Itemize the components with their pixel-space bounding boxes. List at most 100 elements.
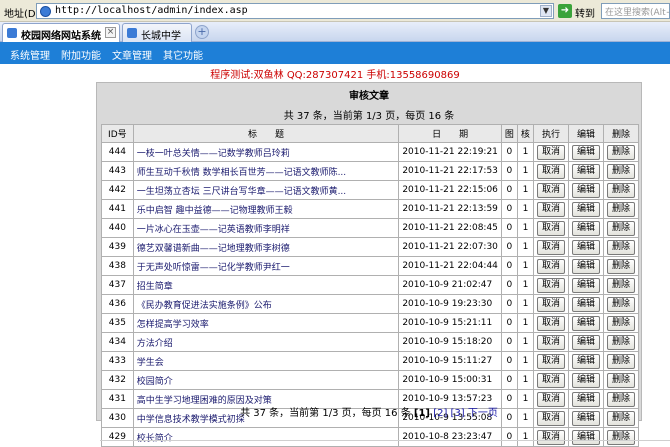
col-edit: 编辑: [567, 124, 604, 143]
menu-other[interactable]: 其它功能: [163, 47, 203, 62]
edit-button[interactable]: 编辑: [571, 201, 600, 217]
panel-title: 审核文章: [349, 91, 389, 102]
cell-title[interactable]: 学生会: [137, 358, 164, 368]
cell-title[interactable]: 校长简介: [137, 434, 173, 444]
delete-button[interactable]: 删除: [606, 144, 635, 160]
tab-active[interactable]: 校园网络网站系统 ×: [2, 23, 120, 42]
edit-button[interactable]: 编辑: [571, 372, 600, 388]
table-row: 429 校长简介 2010-10-8 23:23:47 0 1 取消 编辑 删除: [101, 427, 640, 447]
menu-extra[interactable]: 附加功能: [61, 47, 101, 62]
cell-image: 0: [506, 147, 513, 157]
address-input[interactable]: http://localhost/admin/index.asp ▼: [36, 3, 554, 19]
cancel-button[interactable]: 取消: [536, 201, 565, 217]
cell-title[interactable]: 乐中启智 趣中益德——记物理教师王毅: [137, 206, 293, 216]
delete-button[interactable]: 删除: [606, 239, 635, 255]
address-url[interactable]: http://localhost/admin/index.asp: [55, 5, 248, 16]
edit-button[interactable]: 编辑: [571, 163, 600, 179]
cell-check: 1: [522, 356, 529, 366]
cell-title[interactable]: 怎样提高学习效率: [137, 320, 209, 330]
cancel-button[interactable]: 取消: [536, 182, 565, 198]
cancel-button[interactable]: 取消: [536, 353, 565, 369]
delete-button[interactable]: 删除: [606, 163, 635, 179]
cell-title[interactable]: 师生互动千秋情 数学相长百世芳——记语文教师陈...: [137, 168, 346, 178]
delete-button[interactable]: 删除: [606, 334, 635, 350]
delete-button[interactable]: 删除: [606, 277, 635, 293]
cancel-button[interactable]: 取消: [536, 220, 565, 236]
cancel-button[interactable]: 取消: [536, 429, 565, 445]
chevron-down-icon[interactable]: ▼: [540, 5, 552, 17]
cell-check: 1: [522, 261, 529, 271]
cell-title[interactable]: 一生坦荡立杏坛 三尺讲台写华章——记语文教师黄...: [137, 187, 346, 197]
col-exec: 执行: [532, 124, 569, 143]
cell-title[interactable]: 一枝一叶总关情——记数学教师吕玲莉: [137, 149, 290, 159]
edit-button[interactable]: 编辑: [571, 353, 600, 369]
edit-button[interactable]: 编辑: [571, 429, 600, 445]
cell-title[interactable]: 《民办教育促进法实施条例》公布: [137, 301, 272, 311]
pager-page-3[interactable]: [3]: [451, 408, 465, 419]
edit-button[interactable]: 编辑: [571, 315, 600, 331]
cell-title[interactable]: 于无声处听惊雷——记化学教师尹红一: [137, 263, 290, 273]
cancel-button[interactable]: 取消: [536, 163, 565, 179]
edit-button[interactable]: 编辑: [571, 239, 600, 255]
cell-exec: 取消: [532, 427, 569, 447]
cell-edit: 编辑: [567, 180, 604, 200]
cell-id: 443: [101, 161, 134, 181]
cell-date: 2010-10-9 21:02:47: [402, 280, 493, 290]
cancel-button[interactable]: 取消: [536, 372, 565, 388]
cell-date: 2010-11-21 22:15:06: [398, 180, 502, 200]
cancel-button[interactable]: 取消: [536, 239, 565, 255]
cancel-button[interactable]: 取消: [536, 296, 565, 312]
cell-date: 2010-10-9 19:23:30: [398, 294, 502, 314]
menu-articles[interactable]: 文章管理: [112, 47, 152, 62]
pager-next[interactable]: 下一页: [468, 408, 498, 419]
cell-id: 436: [101, 294, 134, 314]
tab-inactive[interactable]: 长城中学: [122, 23, 192, 42]
cell-img: 0: [500, 180, 518, 200]
search-input[interactable]: 在这里搜索(Alt+: [601, 3, 670, 19]
cell-exec: 取消: [532, 332, 569, 352]
cell-title[interactable]: 一片冰心在玉壶——记英语教师李明祥: [137, 225, 290, 235]
close-icon[interactable]: ×: [105, 27, 116, 38]
cancel-button[interactable]: 取消: [536, 315, 565, 331]
edit-button[interactable]: 编辑: [571, 144, 600, 160]
cancel-button[interactable]: 取消: [536, 144, 565, 160]
delete-button[interactable]: 删除: [606, 353, 635, 369]
cell-edit: 编辑: [567, 218, 604, 238]
cell-check: 1: [516, 332, 534, 352]
edit-button[interactable]: 编辑: [571, 258, 600, 274]
menu-system[interactable]: 系统管理: [10, 47, 50, 62]
cell-edit: 编辑: [567, 332, 604, 352]
cell-title[interactable]: 招生简章: [137, 282, 173, 292]
edit-button[interactable]: 编辑: [571, 182, 600, 198]
delete-button[interactable]: 删除: [606, 220, 635, 236]
new-tab-icon[interactable]: +: [195, 25, 209, 39]
delete-button[interactable]: 删除: [606, 182, 635, 198]
cell-check: 1: [522, 318, 529, 328]
cell-id: 442: [101, 180, 134, 200]
cancel-button[interactable]: 取消: [536, 334, 565, 350]
pager-page-2[interactable]: [2]: [433, 408, 447, 419]
cell-date: 2010-10-9 13:57:23: [402, 394, 493, 404]
edit-button[interactable]: 编辑: [571, 296, 600, 312]
cell-title[interactable]: 方法介绍: [137, 339, 173, 349]
cell-check: 1: [516, 351, 534, 371]
go-button[interactable]: ➜ 转到: [558, 3, 600, 20]
cell-title[interactable]: 德艺双馨谱新曲——记地理教师李树德: [137, 244, 290, 254]
delete-button[interactable]: 删除: [606, 315, 635, 331]
cell-date: 2010-10-9 15:21:11: [402, 318, 493, 328]
cell-image: 0: [506, 166, 513, 176]
cell-title[interactable]: 校园简介: [137, 377, 173, 387]
delete-button[interactable]: 删除: [606, 201, 635, 217]
cancel-button[interactable]: 取消: [536, 258, 565, 274]
delete-button[interactable]: 删除: [606, 258, 635, 274]
delete-button[interactable]: 删除: [606, 372, 635, 388]
delete-button[interactable]: 删除: [606, 296, 635, 312]
delete-button[interactable]: 删除: [606, 429, 635, 445]
edit-button[interactable]: 编辑: [571, 220, 600, 236]
edit-button[interactable]: 编辑: [571, 277, 600, 293]
edit-button[interactable]: 编辑: [571, 334, 600, 350]
pager-summary: 共 37 条，当前第 1/3 页，每页 16 条: [240, 408, 411, 419]
cell-date: 2010-11-21 22:17:53: [402, 166, 498, 176]
cancel-button[interactable]: 取消: [536, 277, 565, 293]
cell-date: 2010-10-9 15:18:20: [402, 337, 493, 347]
